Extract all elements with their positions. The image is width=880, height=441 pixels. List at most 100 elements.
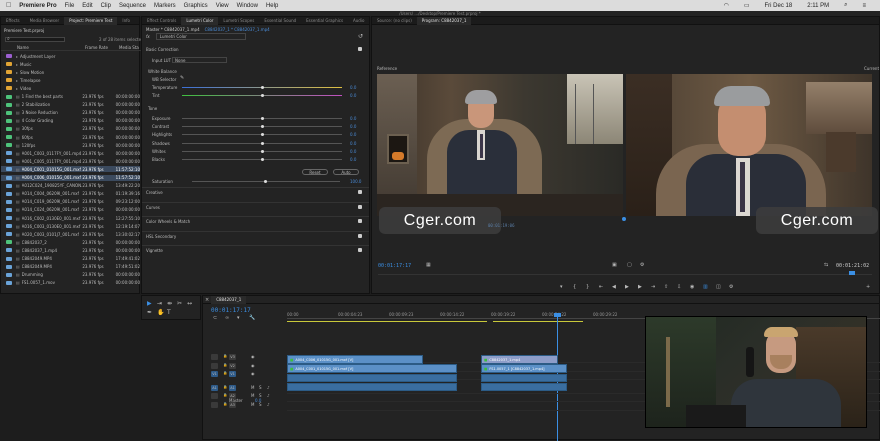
mic-icon[interactable]: ♪ — [267, 393, 270, 398]
step-forward-icon[interactable]: ▶ — [638, 284, 642, 290]
track-name[interactable]: V1 — [229, 371, 236, 377]
list-item[interactable]: ▤ C8842037_1.mp4 23.976 fps 00:00:00:00 — [1, 247, 140, 253]
tone-slider-knob[interactable] — [260, 158, 264, 161]
source-patch-button[interactable]: A1 — [211, 384, 218, 391]
track-name[interactable]: V3 — [229, 354, 236, 360]
menu-file[interactable]: File — [65, 3, 75, 9]
list-item[interactable]: ▤ 2 Stabilization 23.976 fps 00:00:00:00 — [1, 102, 140, 108]
section-checkbox[interactable] — [358, 190, 362, 194]
split-view-icon[interactable]: ◫ — [716, 284, 721, 290]
list-item[interactable]: ▤ A016_C002_0130E0_001.mxf 23.976 fps 12:27… — [1, 215, 140, 221]
section-header[interactable]: Color Wheels & Match — [146, 219, 190, 224]
audio-clip[interactable] — [481, 383, 567, 391]
label-color-swatch[interactable] — [6, 175, 12, 180]
track-select-icon[interactable]: ⇥ — [157, 300, 162, 307]
apple-icon[interactable]:  — [6, 2, 11, 9]
playhead-marker[interactable] — [849, 271, 855, 275]
tab-project[interactable]: Project: Premiere Test — [64, 16, 118, 25]
menu-list-icon[interactable]: ≡ — [862, 3, 866, 9]
list-item[interactable]: ▤ A001_C003_0117FY_001.mp4 23.976 fps 00:00… — [1, 150, 140, 156]
eye-icon[interactable]: ◉ — [251, 371, 255, 376]
label-color-swatch[interactable] — [6, 199, 12, 204]
program-current-timecode[interactable]: 00:01:17:17 — [378, 263, 411, 269]
section-header[interactable]: Creative — [146, 190, 163, 195]
audio-clip[interactable] — [481, 374, 567, 382]
play-icon[interactable]: ▶ — [625, 284, 629, 290]
tab-sequence[interactable]: C8842037_1 — [211, 295, 247, 304]
lock-icon[interactable]: 🔒 — [223, 354, 227, 358]
audio-clip[interactable] — [287, 374, 457, 382]
reference-frame[interactable] — [377, 74, 623, 216]
ripple-edit-icon[interactable]: ⇹ — [167, 300, 172, 307]
wb-slider[interactable] — [182, 94, 342, 97]
label-color-swatch[interactable] — [6, 126, 12, 131]
basic-correction-checkbox[interactable] — [358, 47, 362, 51]
lock-icon[interactable]: 🔒 — [223, 363, 227, 367]
step-back-icon[interactable]: ◀ — [612, 284, 616, 290]
label-color-swatch[interactable] — [6, 70, 12, 75]
timeline-clip[interactable]: ■ FS1.0057_1 [C8842037_1.mp4] — [481, 364, 567, 373]
label-color-swatch[interactable] — [6, 232, 12, 237]
list-item[interactable]: ▤ 3 Noise Reduction 23.976 fps 00:00:00:00 — [1, 110, 140, 116]
menu-edit[interactable]: Edit — [82, 3, 92, 9]
label-color-swatch[interactable] — [6, 256, 12, 261]
label-color-swatch[interactable] — [6, 94, 12, 99]
zoom-fit-icon[interactable]: ▣ — [612, 262, 617, 268]
tab-essential-sound[interactable]: Essential Sound — [259, 18, 301, 23]
work-area-bar[interactable] — [287, 321, 487, 322]
lock-icon[interactable]: 🔒 — [223, 402, 227, 406]
label-color-swatch[interactable] — [6, 102, 12, 107]
col-name[interactable]: Name — [17, 45, 85, 50]
mute-icon[interactable]: M — [251, 393, 254, 398]
tone-slider-knob[interactable] — [260, 133, 264, 137]
reset-icon[interactable]: ↺ — [358, 33, 363, 40]
label-color-swatch[interactable] — [6, 167, 12, 172]
eyedropper-icon[interactable]: ✎ — [180, 75, 184, 81]
label-color-swatch[interactable] — [6, 216, 12, 220]
mic-icon[interactable]: ♪ — [267, 402, 270, 407]
tone-slider-value[interactable]: 0.0 — [350, 149, 356, 154]
col-frame-rate[interactable]: Frame Rate — [85, 45, 119, 50]
menu-clip[interactable]: Clip — [101, 3, 111, 9]
list-item[interactable]: ▤ C8842037_2 23.976 fps 00:00:00:00 — [1, 239, 140, 245]
list-item[interactable]: ▤ 1 Find the best parts 23.976 fps 00:00:00… — [1, 94, 140, 100]
list-item[interactable]: ▤ A014_C024_06209I_001.mxf 23.976 fps 00:00… — [1, 207, 140, 213]
list-item[interactable]: ▸ Slow Motion — [1, 69, 140, 75]
wb-slider-knob[interactable] — [260, 94, 264, 97]
razor-tool-icon[interactable]: ✂ — [177, 300, 182, 307]
current-frame[interactable] — [626, 74, 872, 216]
mute-icon[interactable]: M — [251, 385, 254, 390]
master-clip-selector[interactable]: Master * C8842037_1.mp4 C8842037_1 * C88… — [146, 26, 270, 33]
menu-markers[interactable]: Markers — [154, 3, 176, 9]
list-item[interactable]: ▸ Video — [1, 85, 140, 91]
label-color-swatch[interactable] — [6, 207, 12, 212]
tone-slider[interactable] — [182, 141, 342, 145]
search-input[interactable]: ⌕ — [5, 36, 65, 42]
tone-slider-value[interactable]: 0.0 — [350, 141, 356, 146]
out-point-icon[interactable]: } — [586, 284, 589, 290]
tone-slider-knob[interactable] — [260, 125, 264, 129]
track-name[interactable]: V2 — [229, 362, 236, 369]
track-target-button[interactable] — [211, 393, 218, 399]
split-handle[interactable] — [622, 217, 626, 221]
export-frame-icon[interactable]: ◉ — [690, 284, 694, 290]
safe-margins-icon[interactable]: ▢ — [627, 262, 632, 268]
tone-slider[interactable] — [182, 133, 342, 137]
tone-slider[interactable] — [182, 117, 342, 120]
extract-icon[interactable]: ⇩ — [677, 284, 681, 290]
tone-slider-value[interactable]: 0.0 — [350, 116, 356, 121]
tab-lumetri-scopes[interactable]: Lumetri Scopes — [218, 18, 259, 23]
tab-essential-graphics[interactable]: Essential Graphics — [301, 18, 348, 23]
eye-icon[interactable]: ◉ — [251, 354, 255, 359]
lock-icon[interactable]: 🔒 — [223, 371, 227, 375]
timeline-clip[interactable]: ■ C8842037_1.mp4 — [481, 355, 558, 364]
tab-source[interactable]: Source: (no clips) — [372, 18, 417, 23]
in-point-icon[interactable]: { — [573, 284, 576, 290]
go-to-in-icon[interactable]: ⇤ — [599, 284, 603, 290]
eye-icon[interactable]: ◉ — [251, 363, 255, 368]
lock-icon[interactable]: 🔒 — [223, 393, 227, 397]
input-lut-select[interactable]: None — [172, 57, 227, 63]
source-patch-button[interactable]: V1 — [211, 371, 218, 377]
tone-slider[interactable] — [182, 149, 342, 153]
wb-slider-knob[interactable] — [260, 86, 264, 89]
